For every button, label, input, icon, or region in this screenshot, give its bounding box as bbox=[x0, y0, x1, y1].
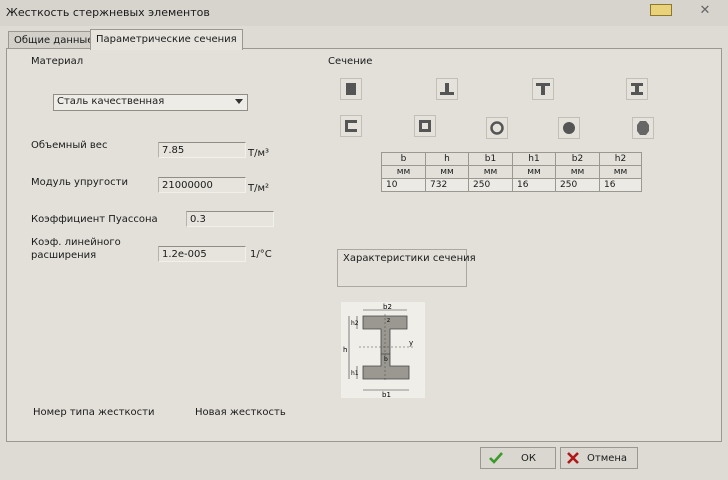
thermal-expansion-label-line2: расширения bbox=[31, 250, 97, 261]
poisson-ratio-input[interactable]: 0.3 bbox=[186, 211, 274, 227]
section-characteristics-box[interactable]: Характеристики сечения bbox=[337, 249, 476, 287]
thermal-expansion-unit: 1/°C bbox=[250, 249, 272, 260]
params-value-row: 10 732 250 16 250 16 bbox=[381, 178, 642, 192]
param-unit: мм bbox=[468, 165, 513, 179]
volume-weight-unit: Т/м³ bbox=[248, 148, 270, 159]
cancel-button[interactable]: Отмена bbox=[560, 447, 638, 469]
window-title: Жесткость стержневых элементов bbox=[6, 6, 210, 19]
section-params-table: b h b1 h1 b2 h2 мм мм мм мм мм мм 10 732… bbox=[381, 152, 642, 192]
param-value-b2[interactable]: 250 bbox=[555, 178, 600, 192]
param-unit: мм bbox=[425, 165, 469, 179]
param-header-h1: h1 bbox=[512, 152, 556, 166]
cancel-button-label: Отмена bbox=[587, 452, 628, 464]
param-unit: мм bbox=[512, 165, 556, 179]
sketch-label-b1: b1 bbox=[382, 391, 391, 398]
tab-parametric-sections[interactable]: Параметрические сечения bbox=[90, 29, 243, 50]
custom-section-icon[interactable] bbox=[632, 117, 654, 139]
title-bar: Жесткость стержневых элементов ✕ bbox=[0, 0, 728, 26]
param-value-b1[interactable]: 250 bbox=[468, 178, 513, 192]
volume-weight-label: Объемный вес bbox=[31, 140, 108, 151]
param-header-b: b bbox=[381, 152, 426, 166]
section-group-label: Сечение bbox=[328, 56, 373, 67]
sketch-label-b: b bbox=[384, 356, 388, 363]
params-unit-row: мм мм мм мм мм мм bbox=[381, 165, 642, 179]
elastic-modulus-unit: Т/м² bbox=[248, 183, 270, 194]
param-header-b1: b1 bbox=[468, 152, 513, 166]
elastic-modulus-label: Модуль упругости bbox=[31, 177, 128, 188]
tab-general-data[interactable]: Общие данные bbox=[8, 31, 100, 49]
ok-button[interactable]: ОК bbox=[480, 447, 556, 469]
ring-section-icon[interactable] bbox=[486, 117, 508, 139]
param-value-h[interactable]: 732 bbox=[425, 178, 469, 192]
param-value-b[interactable]: 10 bbox=[381, 178, 426, 192]
rectangle-section-icon[interactable] bbox=[340, 78, 362, 100]
circle-section-icon[interactable] bbox=[558, 117, 580, 139]
channel-section-icon[interactable] bbox=[340, 115, 362, 137]
sketch-label-h1: h1 bbox=[351, 370, 359, 377]
thermal-expansion-label-line1: Коэф. линейного bbox=[31, 237, 121, 248]
t-section-icon[interactable] bbox=[532, 78, 554, 100]
thermal-expansion-input[interactable]: 1.2e-005 bbox=[158, 246, 246, 262]
params-header-row: b h b1 h1 b2 h2 bbox=[381, 152, 642, 166]
param-header-h2: h2 bbox=[599, 152, 642, 166]
elastic-modulus-input[interactable]: 21000000 bbox=[158, 177, 246, 193]
cancel-x-icon bbox=[567, 452, 579, 464]
close-icon[interactable]: ✕ bbox=[692, 2, 718, 20]
sketch-label-h2: h2 bbox=[351, 320, 359, 327]
material-group-label: Материал bbox=[31, 56, 84, 67]
param-header-h: h bbox=[425, 152, 469, 166]
box-section-icon[interactable] bbox=[414, 115, 436, 137]
sketch-label-b2: b2 bbox=[383, 303, 392, 311]
param-value-h1[interactable]: 16 bbox=[512, 178, 556, 192]
sketch-label-z: z bbox=[387, 317, 390, 324]
i-beam-sketch: b2 z h2 h y b h1 b1 bbox=[341, 302, 425, 399]
material-select[interactable]: Сталь качественная bbox=[53, 94, 248, 111]
i-beam-section-icon[interactable] bbox=[626, 78, 648, 100]
poisson-ratio-label: Коэффициент Пуассона bbox=[31, 214, 158, 225]
param-unit: мм bbox=[381, 165, 426, 179]
param-unit: мм bbox=[599, 165, 642, 179]
sketch-label-h: h bbox=[343, 346, 347, 354]
ok-button-label: ОК bbox=[521, 452, 536, 464]
material-select-value: Сталь качественная bbox=[57, 96, 165, 107]
param-unit: мм bbox=[555, 165, 600, 179]
check-icon bbox=[489, 452, 503, 464]
volume-weight-input[interactable]: 7.85 bbox=[158, 142, 246, 158]
section-characteristics-label: Характеристики сечения bbox=[343, 253, 476, 264]
param-header-b2: b2 bbox=[555, 152, 600, 166]
sketch-label-y: y bbox=[409, 339, 413, 347]
new-stiffness-label: Новая жесткость bbox=[195, 407, 286, 418]
chevron-down-icon[interactable] bbox=[235, 99, 243, 104]
stiffness-dialog: Жесткость стержневых элементов ✕ Общие д… bbox=[0, 0, 728, 480]
param-value-h2[interactable]: 16 bbox=[599, 178, 642, 192]
inverted-t-section-icon[interactable] bbox=[436, 78, 458, 100]
stiffness-type-number-label: Номер типа жесткости bbox=[33, 407, 155, 418]
minimize-icon[interactable] bbox=[650, 4, 672, 16]
